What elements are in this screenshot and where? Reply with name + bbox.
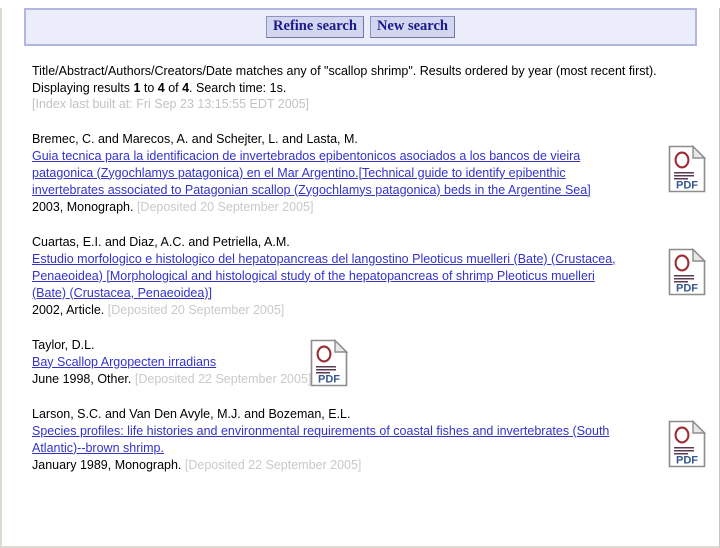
search-time: . Search time: 1s. [189,80,287,95]
search-results-page: Refine search New search Title/Abstract/… [0,8,720,548]
result-range-to: 4 [157,80,165,95]
result-meta-line: January 1989, Monograph. [Deposited 22 S… [32,457,632,474]
result-title-line: Species profiles: life histories and env… [32,423,632,457]
result-text-column: Cuartas, E.I. and Diaz, A.C. and Petriel… [32,234,632,319]
index-built-timestamp: [Index last built at: Fri Sep 23 13:15:5… [32,97,310,111]
result-deposited-date: [Deposited 22 September 2005] [181,457,362,472]
new-search-button[interactable]: New search [369,16,455,38]
result-title-link[interactable]: Bay Scallop Argopecten irradians [32,355,216,369]
svg-text:PDF: PDF [676,454,698,466]
pdf-document-icon[interactable]: PDF [668,419,706,468]
result-title-link[interactable]: Estudio morfologico e histologico del he… [32,252,616,300]
result-title-line: Estudio morfologico e histologico del he… [32,251,632,302]
query-description: Title/Abstract/Authors/Creators/Date mat… [32,64,657,78]
result-text-column: Taylor, D.L. Bay Scallop Argopecten irrad… [32,337,692,388]
results-count-line: Displaying results 1 to 4 of 4. Search t… [32,80,719,97]
result-date-type: January 1989, Monograph. [32,457,182,472]
pdf-document-icon[interactable]: PDF [668,247,706,296]
svg-text:PDF: PDF [676,179,698,191]
to-word: to [140,80,158,95]
result-entry: Taylor, D.L. Bay Scallop Argopecten irrad… [32,337,692,388]
result-entry: Bremec, C. and Marecos, A. and Schejter,… [32,131,706,216]
result-date-type: 2002, Article. [32,302,105,317]
pdf-download-link[interactable]: PDF [668,419,706,468]
result-date-type: June 1998, Other. [32,371,132,386]
search-toolbar: Refine search New search [24,8,697,46]
results-list: Bremec, C. and Marecos, A. and Schejter,… [32,131,706,474]
result-authors: Cuartas, E.I. and Diaz, A.C. and Petriel… [32,234,290,249]
result-authors: Taylor, D.L. [32,337,95,352]
result-total: 4 [182,80,190,95]
pdf-download-link[interactable]: PDF [310,338,348,387]
svg-text:PDF: PDF [676,282,698,294]
result-meta-line: 2003, Monograph. [Deposited 20 September… [32,199,632,216]
displaying-prefix: Displaying results [32,80,134,95]
result-meta-line: June 1998, Other. [Deposited 22 Septembe… [32,371,692,388]
svg-text:PDF: PDF [318,373,340,385]
result-entry: Larson, S.C. and Van Den Avyle, M.J. and… [32,406,706,474]
result-meta-line: 2002, Article. [Deposited 20 September 2… [32,302,632,319]
result-deposited-date: [Deposited 20 September 2005] [133,199,314,214]
result-deposited-date: [Deposited 20 September 2005] [104,302,285,317]
refine-search-button[interactable]: Refine search [266,16,364,38]
result-text-column: Bremec, C. and Marecos, A. and Schejter,… [32,131,632,216]
pdf-download-link[interactable]: PDF [668,144,706,193]
result-deposited-date: [Deposited 22 September 2005] [131,371,312,386]
result-authors: Larson, S.C. and Van Den Avyle, M.J. and… [32,406,351,421]
result-date-type: 2003, Monograph. [32,199,134,214]
of-word: of [164,80,183,95]
result-authors: Bremec, C. and Marecos, A. and Schejter,… [32,131,358,146]
result-title-line: Bay Scallop Argopecten irradians [32,354,692,371]
result-title-link[interactable]: Species profiles: life histories and env… [32,424,609,455]
pdf-document-icon[interactable]: PDF [310,338,348,387]
pdf-download-link[interactable]: PDF [668,247,706,296]
search-summary: Title/Abstract/Authors/Creators/Date mat… [32,63,719,113]
result-title-link[interactable]: Guia tecnica para la identificacion de i… [32,149,591,197]
result-title-line: Guia tecnica para la identificacion de i… [32,148,632,199]
pdf-document-icon[interactable]: PDF [668,144,706,193]
result-entry: Cuartas, E.I. and Diaz, A.C. and Petriel… [32,234,706,319]
result-text-column: Larson, S.C. and Van Den Avyle, M.J. and… [32,406,632,474]
